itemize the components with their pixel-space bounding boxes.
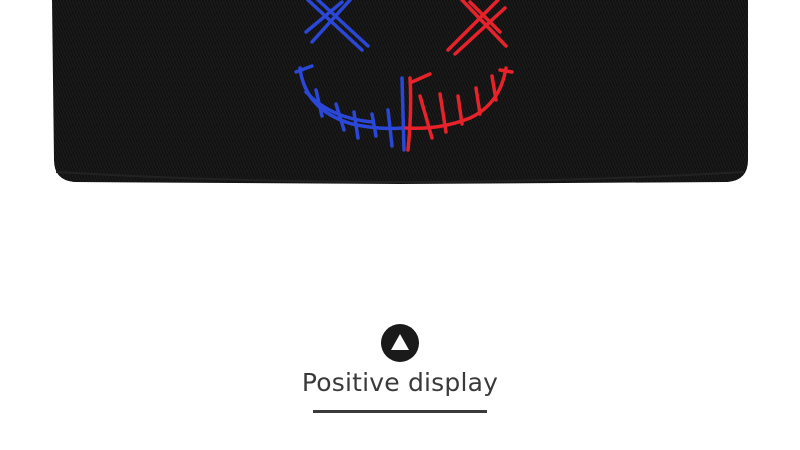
section-caption: Positive display: [301, 368, 499, 397]
caption-underline: [313, 410, 487, 413]
up-triangle-icon: [391, 334, 409, 350]
beanie-photo: [52, 0, 748, 184]
up-triangle-badge: [381, 324, 419, 362]
beanie-body: [52, 0, 748, 184]
